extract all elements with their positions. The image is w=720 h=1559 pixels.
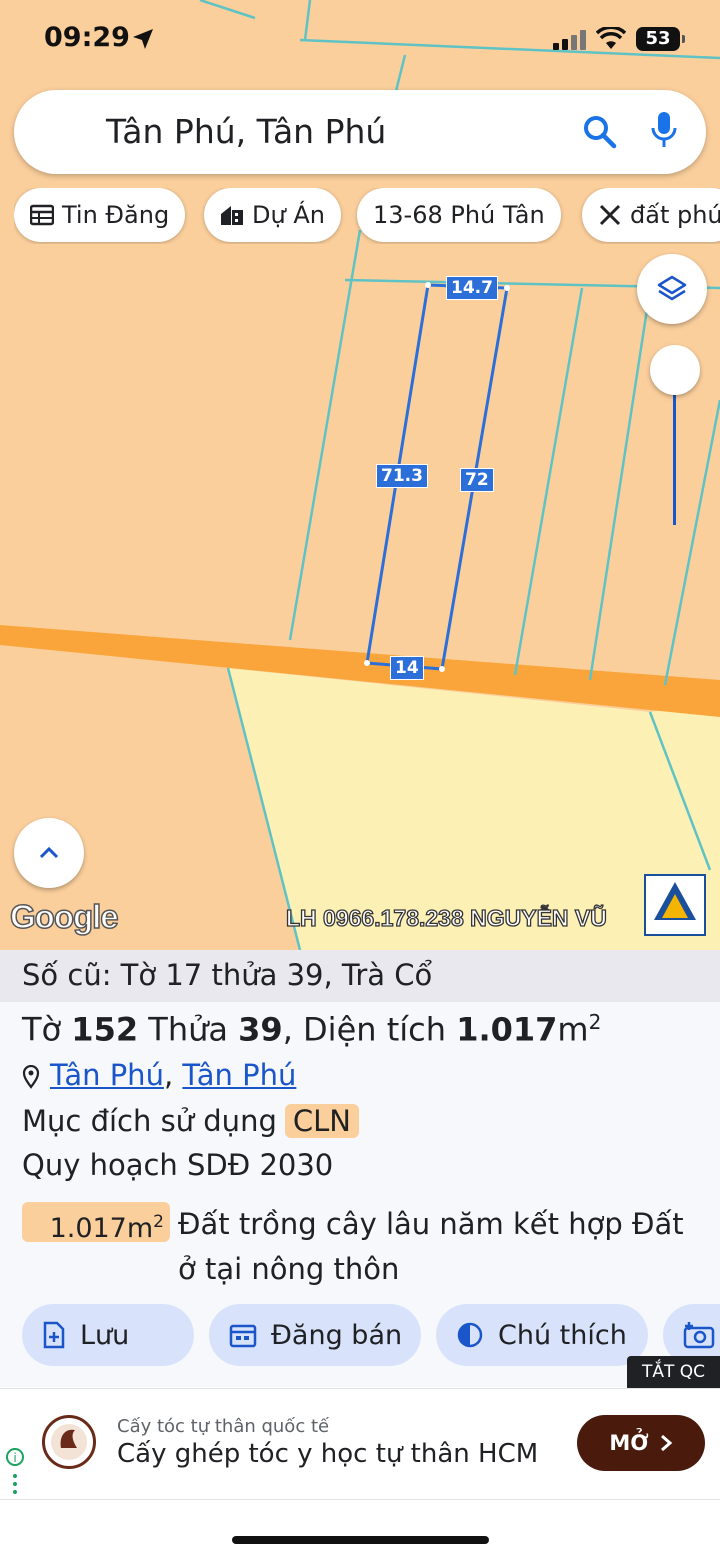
ad-subtitle: Cấy tóc tự thân quốc tế (117, 1416, 330, 1437)
table-icon (30, 204, 54, 226)
tools-icon (599, 204, 621, 226)
ad-open-button[interactable]: MỞ (577, 1415, 705, 1471)
area-unit-sup: 2 (588, 1010, 602, 1034)
chip-du-an[interactable]: Dự Án (204, 188, 341, 242)
purpose-code-badge: CLN (284, 1104, 359, 1138)
location-arrow-icon (133, 29, 153, 49)
expand-up-button[interactable] (14, 818, 84, 888)
signal-icon (553, 30, 586, 50)
save-button[interactable]: Lưu (22, 1304, 194, 1366)
microphone-icon[interactable] (650, 110, 678, 152)
plan-description: Đất trồng cây lâu năm kết hợp Đất ở tại … (178, 1207, 684, 1286)
save-icon (43, 1321, 65, 1349)
parcel-dimension-bottom: 14 (390, 656, 424, 680)
chip-tin-dang[interactable]: Tin Đăng (14, 188, 186, 242)
map-view[interactable]: 14.7 71.3 72 14 09:29 53 Tân Phú, Tân Ph… (0, 0, 720, 950)
parcel-address: Tân Phú, Tân Phú (22, 1058, 296, 1092)
area-label: Diện tích (303, 1010, 447, 1049)
plot-label: Thửa (148, 1010, 228, 1049)
land-use-purpose: Mục đích sử dụng CLN (22, 1104, 359, 1138)
calendar-icon (229, 1324, 257, 1348)
purpose-label: Mục đích sử dụng (22, 1104, 277, 1138)
address-district-link[interactable]: Tân Phú (182, 1058, 296, 1092)
watermark-logo (644, 874, 706, 936)
home-indicator (232, 1536, 489, 1544)
location-pin-icon (22, 1065, 40, 1089)
search-bar[interactable]: Tân Phú, Tân Phú (14, 90, 706, 174)
sheet-label: Tờ (22, 1010, 62, 1049)
chip-label: Dự Án (252, 201, 325, 229)
building-icon (221, 206, 243, 225)
save-label: Lưu (80, 1319, 130, 1351)
post-sale-button[interactable]: Đăng bán (209, 1304, 421, 1366)
plan-label: Quy hoạch SDĐ 2030 (22, 1148, 334, 1182)
chip-location[interactable]: 13-68 Phú Tân (357, 188, 561, 242)
address-separator: , (163, 1058, 174, 1092)
wifi-icon (596, 27, 626, 49)
area-value: 1.017 (456, 1010, 558, 1049)
legend-button[interactable]: Chú thích (436, 1304, 648, 1366)
google-logo: Google (9, 897, 119, 936)
chevron-up-icon (39, 846, 59, 859)
chip-dat-phu[interactable]: đất phú (582, 188, 720, 242)
area-unit: m (557, 1010, 589, 1049)
filter-chips: Tin Đăng Dự Án 13-68 Phú Tân đất phú (14, 188, 720, 244)
watermark-text: LH 0966.178.238 NGUYỄN VŨ (285, 904, 607, 931)
chip-label: Tin Đăng (62, 201, 170, 229)
chevron-right-icon (660, 1434, 672, 1452)
post-sale-label: Đăng bán (271, 1319, 403, 1351)
old-parcel-info: Số cũ: Tờ 17 thửa 39, Trà Cổ (0, 950, 720, 1002)
action-buttons: Lưu Đăng bán Chú thích (22, 1304, 720, 1366)
contrast-icon (457, 1322, 483, 1348)
battery-indicator: 53 (636, 27, 685, 51)
clinic-logo-icon (51, 1424, 87, 1460)
plot-number: 39 (238, 1010, 283, 1049)
layers-button[interactable] (637, 254, 707, 324)
parcel-dimension-left: 71.3 (376, 464, 428, 488)
ad-info-icon[interactable]: i (6, 1448, 24, 1498)
address-commune-link[interactable]: Tân Phú (50, 1058, 164, 1092)
old-parcel-text: Số cũ: Tờ 17 thửa 39, Trà Cổ (22, 958, 433, 992)
plan-area-badge: 1.017m2 (22, 1202, 170, 1244)
parcel-dimension-right: 72 (460, 468, 494, 492)
chip-label: đất phú (630, 201, 720, 229)
search-query[interactable]: Tân Phú, Tân Phú (106, 112, 386, 151)
sheet-number: 152 (71, 1010, 139, 1049)
chip-label: 13-68 Phú Tân (373, 201, 545, 229)
plan-area-value: 1.017m (49, 1213, 154, 1244)
parcel-info-panel: Tờ 152 Thửa 39, Diện tích 1.017m2 Tân Ph… (0, 1002, 720, 1387)
status-time: 09:29 (44, 22, 130, 53)
ad-cta-label: MỞ (609, 1431, 649, 1455)
ad-title: Cấy ghép tóc y học tự thân HCM (117, 1439, 539, 1469)
legend-label: Chú thích (498, 1319, 627, 1351)
parcel-summary: Tờ 152 Thửa 39, Diện tích 1.017m2 (22, 1010, 602, 1049)
survey-logo-icon (654, 882, 696, 920)
svg-text:i: i (13, 1451, 16, 1465)
layers-icon (657, 275, 687, 301)
opacity-slider-handle[interactable] (650, 345, 700, 395)
advertiser-logo (42, 1415, 96, 1469)
status-bar: 09:29 53 (0, 0, 720, 80)
camera-icon (683, 1322, 715, 1349)
plan-area-sup: 2 (153, 1212, 164, 1232)
close-ad-button[interactable]: TẮT QC (627, 1356, 720, 1388)
search-icon[interactable] (582, 114, 618, 150)
parcel-dimension-top: 14.7 (446, 276, 498, 300)
